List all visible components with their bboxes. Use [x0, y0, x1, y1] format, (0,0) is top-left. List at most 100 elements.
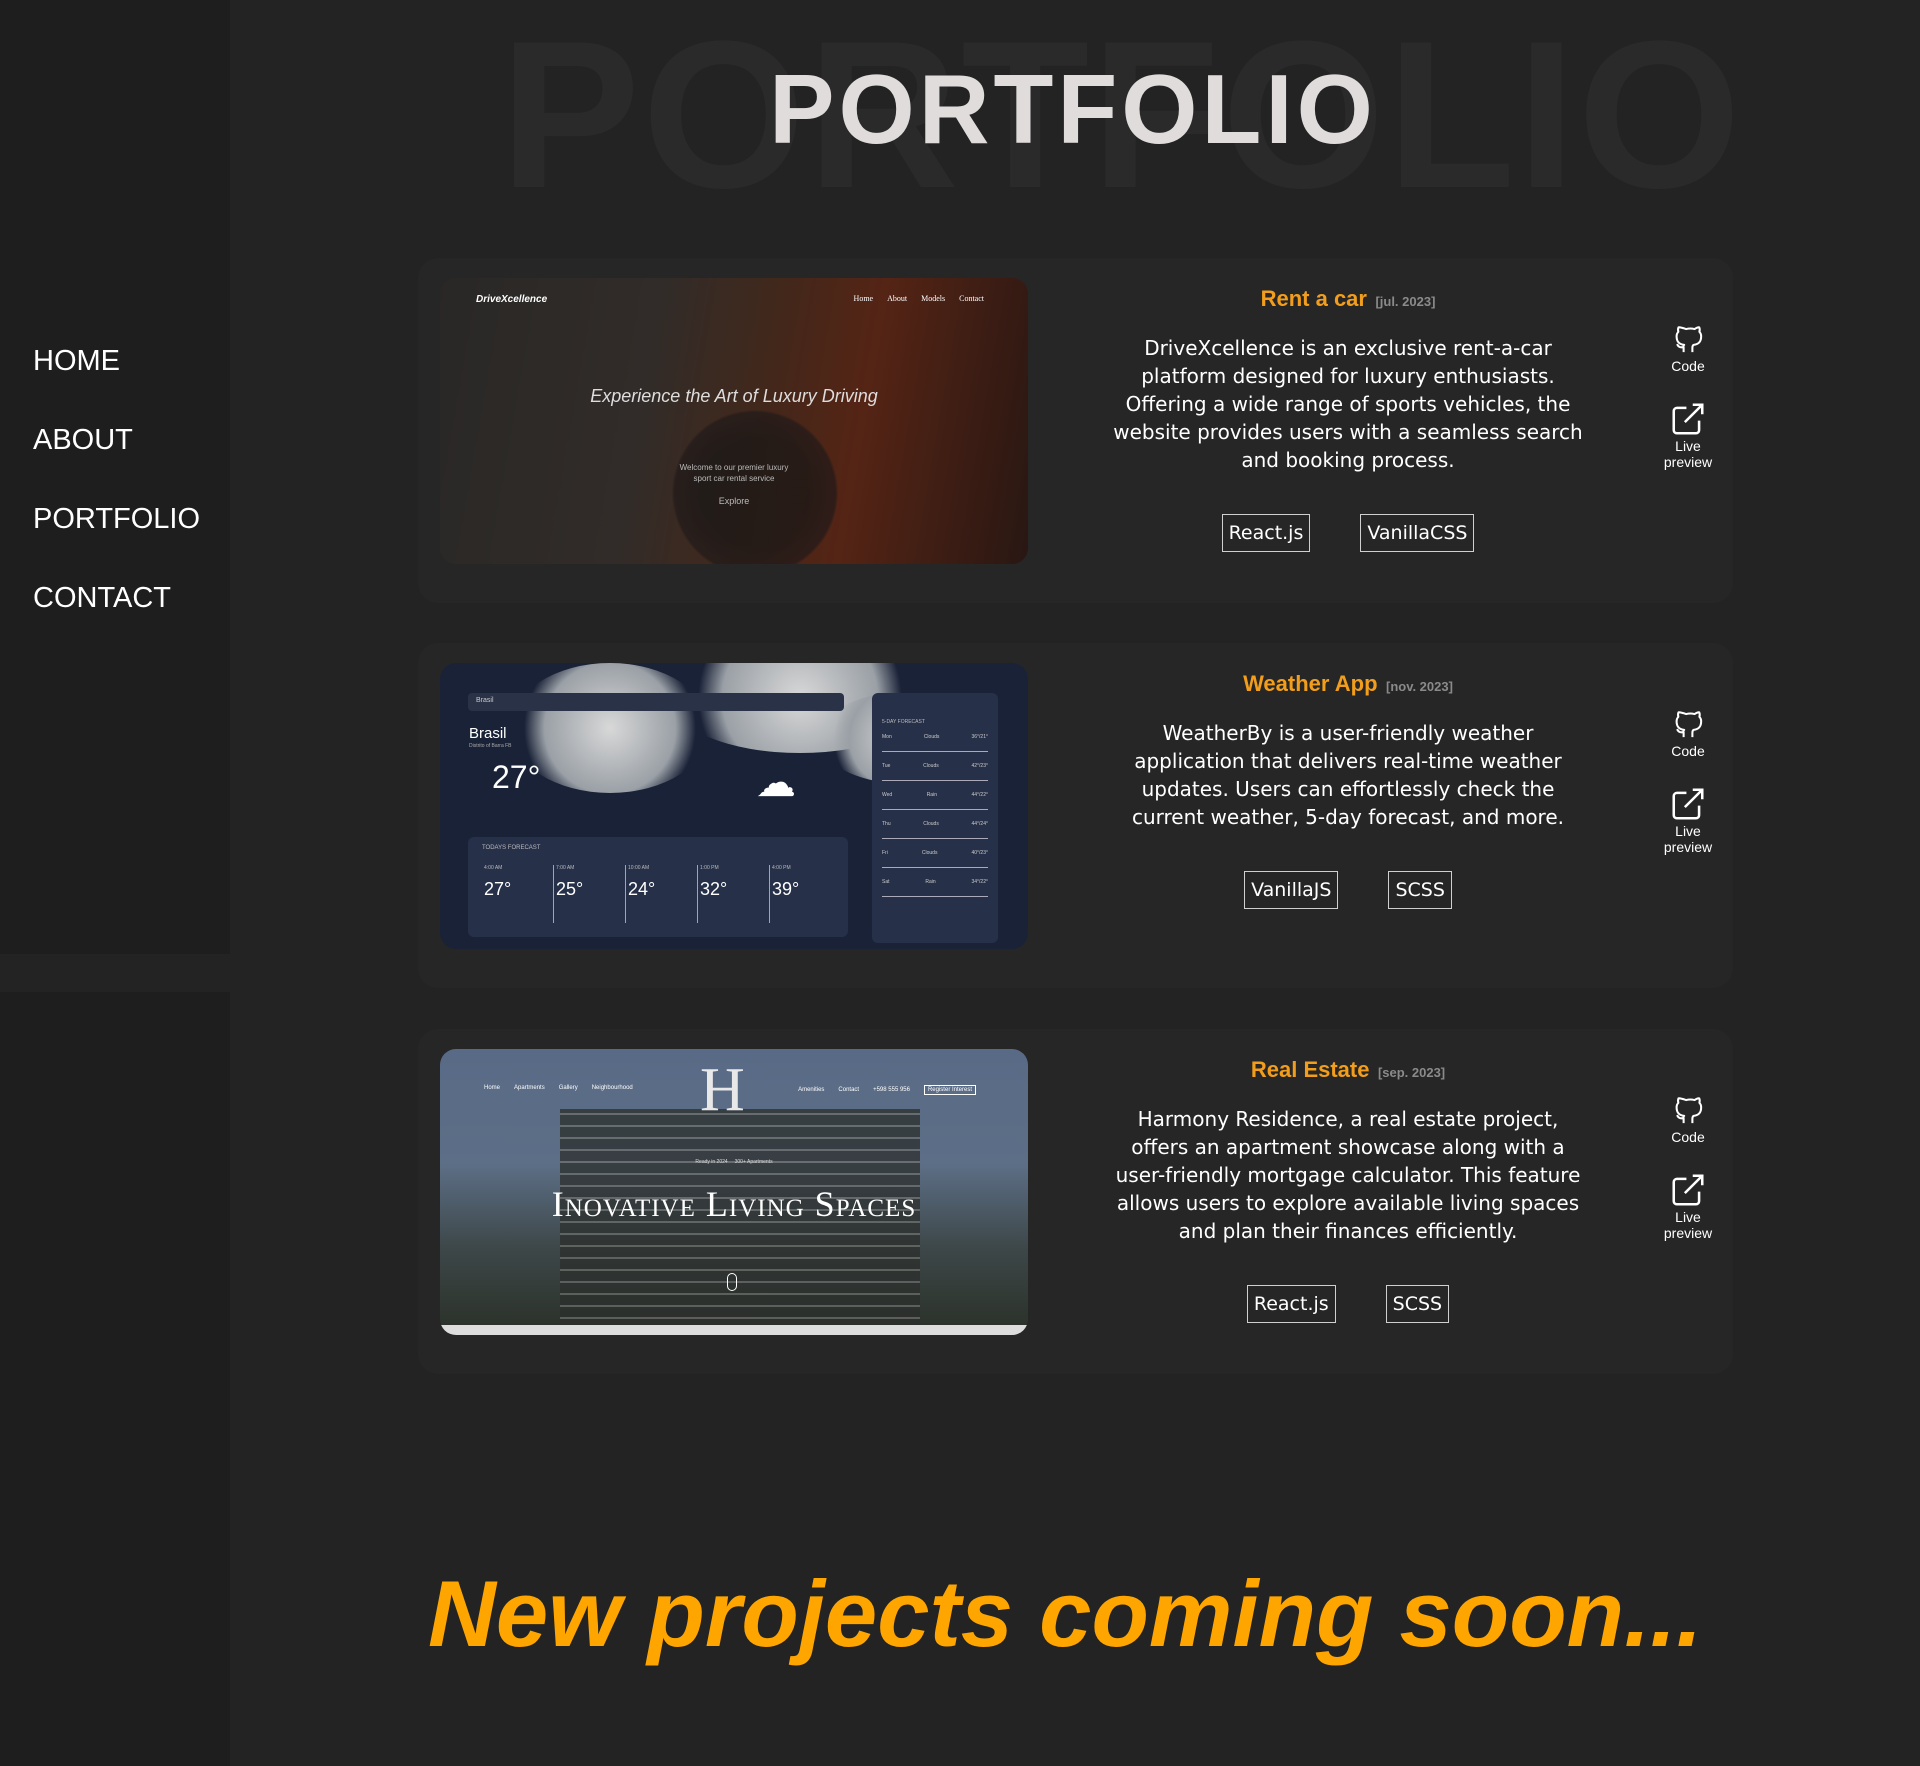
project-links: Code Live preview [1648, 705, 1728, 879]
hour-temp: 24° [628, 879, 656, 899]
preview-nav-right: Amenities Contact +598 555 956 Register … [798, 1085, 976, 1095]
preview-label-line: preview [1663, 839, 1713, 855]
github-icon [1675, 326, 1703, 353]
nav-item-home[interactable]: HOME [33, 343, 200, 422]
day-name: Sat [882, 879, 890, 885]
preview-logo: H [700, 1056, 745, 1124]
preview-nav-item: Amenities [798, 1087, 825, 1093]
day-cond: Rain [925, 879, 936, 885]
day-name: Fri [882, 850, 888, 856]
hours-list: 4:00 AM 27° 7:00 AM 25° 10:00 AM 24° 1:00 P… [482, 865, 842, 923]
project-title: Real Estate [1250, 1057, 1370, 1082]
project-links: Code Live preview [1648, 320, 1728, 494]
day-range: 36°/21° [971, 734, 988, 740]
week-forecast: 5-DAY FORECAST Mon Clouds 36°/21° Tue Cloud… [872, 693, 998, 943]
tech-tag: VanillaCSS [1360, 514, 1475, 552]
preview-logo: DriveXcellence [476, 294, 548, 305]
preview-city-full: Distrito of Barra FB [469, 743, 512, 749]
day-cond: Clouds [923, 763, 939, 769]
hour-time: 4:00 AM [484, 865, 503, 871]
coming-soon-heading: New projects coming soon... [428, 1561, 1703, 1666]
main-nav: HOME ABOUT PORTFOLIO CONTACT [33, 343, 200, 659]
preview-nav-item: +598 555 956 [873, 1087, 910, 1093]
day-cond: Clouds [923, 734, 940, 740]
project-info: Weather App [nov. 2023] WeatherBy is a u… [1098, 671, 1598, 909]
hour-time: 4:00 PM [772, 865, 791, 871]
preview-nav-item: About [887, 294, 908, 303]
preview-sub-line: Welcome to our premier luxury [679, 463, 789, 472]
hour-item: 4:00 AM 27° [482, 865, 554, 923]
live-preview-link[interactable]: Live preview [1648, 1171, 1728, 1241]
code-label: Code [1671, 358, 1705, 374]
project-links: Code Live preview [1648, 1091, 1728, 1265]
hour-temp: 27° [484, 879, 512, 899]
preview-nav: Home About Models Contact [854, 294, 984, 303]
nav-item-portfolio[interactable]: PORTFOLIO [33, 501, 200, 580]
day-range: 44°/22° [971, 792, 988, 798]
live-preview-link[interactable]: Live preview [1648, 785, 1728, 855]
live-preview-link[interactable]: Live preview [1648, 400, 1728, 470]
hour-time: 7:00 AM [556, 865, 575, 871]
day-name: Wed [882, 792, 893, 798]
preview-nav-item: Contact [959, 294, 984, 303]
preview-search: Brasil [468, 693, 844, 711]
preview-label-line: Live [1675, 438, 1701, 454]
project-date: [sep. 2023] [1377, 1065, 1446, 1080]
external-link-icon [1672, 788, 1704, 820]
day-range: 34°/22° [971, 879, 988, 885]
page-title: PORTFOLIO [769, 54, 1377, 164]
day-range: 42°/23° [971, 763, 988, 769]
tech-tag: SCSS [1388, 871, 1452, 909]
tech-tags: VanillaJS SCSS [1098, 871, 1598, 909]
nav-item-about[interactable]: ABOUT [33, 422, 200, 501]
project-heading: Weather App [nov. 2023] [1098, 671, 1598, 697]
preview-label-line: preview [1663, 1225, 1713, 1241]
preview-nav-item: Home [484, 1085, 501, 1091]
code-link[interactable]: Code [1648, 1091, 1728, 1147]
day-row: Mon Clouds 36°/21° [882, 723, 988, 752]
project-screenshot[interactable]: Brasil Brasil Distrito of Barra FB 27° ☁… [440, 663, 1028, 949]
external-link-icon [1672, 1174, 1704, 1206]
project-screenshot[interactable]: DriveXcellence Home About Models Contact… [440, 278, 1028, 564]
day-cond: Rain [926, 792, 937, 798]
preview-nav-item: Home [853, 294, 874, 303]
project-title: Rent a car [1260, 286, 1367, 311]
external-link-icon [1672, 403, 1704, 435]
tech-tag: React.js [1221, 514, 1311, 552]
project-info: Rent a car [jul. 2023] DriveXcellence is… [1098, 286, 1598, 552]
tech-tag: React.js [1246, 1285, 1336, 1323]
preview-bottom-bar [440, 1325, 1028, 1335]
day-cond: Clouds [921, 850, 938, 856]
project-screenshot[interactable]: Home Apartments Gallery Neighbourhood H … [440, 1049, 1028, 1335]
week-label: 5-DAY FORECAST [882, 719, 925, 725]
preview-fact: Ready in 2024 [695, 1159, 728, 1165]
project-description: DriveXcellence is an exclusive rent-a-ca… [1113, 336, 1583, 472]
project-date: [jul. 2023] [1375, 294, 1436, 309]
tech-tag: SCSS [1385, 1285, 1450, 1323]
preview-sub: Welcome to our premier luxury sport car … [440, 462, 1028, 484]
preview-nav-item: Contact [838, 1087, 860, 1093]
preview-temp: 27° [492, 759, 541, 795]
project-card-weather-app: Brasil Brasil Distrito of Barra FB 27° ☁… [418, 643, 1733, 988]
nav-item-contact[interactable]: CONTACT [33, 580, 200, 659]
preview-nav-item: Gallery [558, 1085, 578, 1091]
day-name: Mon [882, 734, 892, 740]
preview-nav-item: Models [921, 294, 946, 303]
hour-item: 4:00 PM 39° [770, 865, 842, 923]
code-link[interactable]: Code [1648, 705, 1728, 761]
preview-nav-item: Apartments [514, 1085, 545, 1091]
project-info: Real Estate [sep. 2023] Harmony Residenc… [1098, 1057, 1598, 1323]
preview-label-line: preview [1663, 454, 1713, 470]
preview-sub-line: sport car rental service [693, 474, 775, 483]
project-card-rent-a-car: DriveXcellence Home About Models Contact… [418, 258, 1733, 603]
preview-hero: Experience the Art of Luxury Driving [590, 386, 878, 406]
preview-label-line: Live [1675, 823, 1701, 839]
code-link[interactable]: Code [1648, 320, 1728, 376]
hour-temp: 39° [772, 879, 800, 899]
code-label: Code [1671, 743, 1705, 759]
overlay [440, 278, 1028, 564]
scroll-mouse-icon [727, 1273, 737, 1291]
project-description: Harmony Residence, a real estate project… [1115, 1107, 1581, 1243]
sidebar-lower [0, 992, 230, 1766]
tech-tags: React.js VanillaCSS [1098, 514, 1598, 552]
